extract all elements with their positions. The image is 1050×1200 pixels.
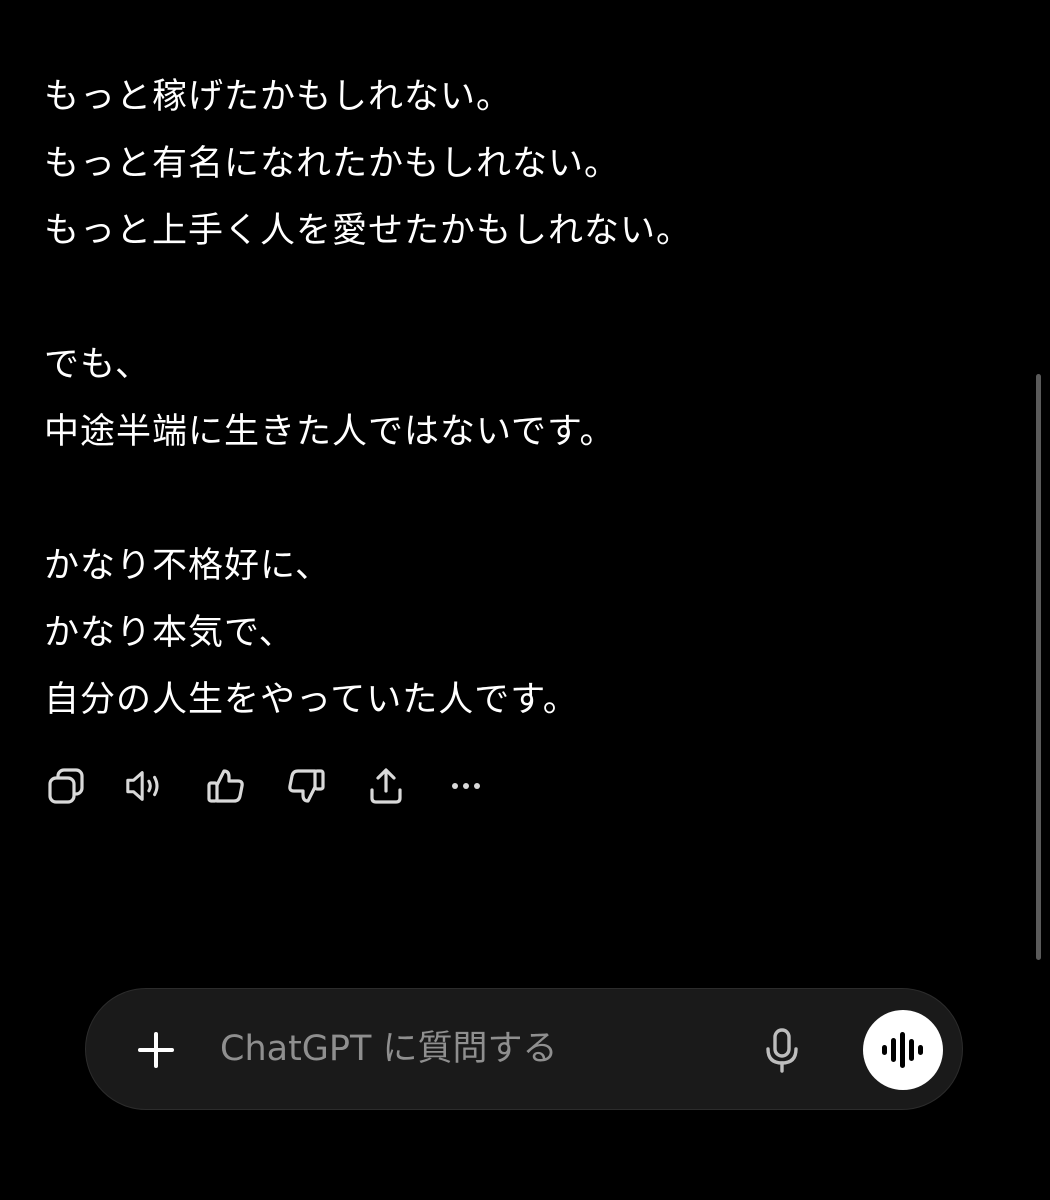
microphone-icon [766,1028,798,1073]
message-line: かなり本気で、 [44,613,295,653]
message-line: 中途半端に生きた人ではないです。 [44,412,616,452]
message-line: かなり不格好に、 [44,546,331,586]
read-aloud-icon [126,771,159,801]
message-line: でも、 [44,345,151,385]
read-aloud-button[interactable] [124,764,168,808]
message-line: もっと上手く人を愛せたかもしれない。 [44,211,693,251]
thumbs-down-icon [288,769,325,803]
chat-screen: もっと稼げたかもしれない。 もっと有名になれたかもしれない。 もっと上手く人を愛… [0,0,1050,1200]
message-line: もっと稼げたかもしれない。 [44,77,513,117]
prompt-input[interactable] [220,1019,740,1079]
share-button[interactable] [364,764,408,808]
assistant-message: もっと稼げたかもしれない。 もっと有名になれたかもしれない。 もっと上手く人を愛… [44,64,984,734]
more-options-button[interactable] [444,764,488,808]
more-icon [452,783,480,789]
message-line: もっと有名になれたかもしれない。 [44,144,621,184]
voice-mode-button[interactable] [863,1010,943,1090]
message-action-bar [44,762,524,810]
attach-button[interactable] [132,1026,180,1074]
plus-icon [138,1032,174,1068]
voice-mode-icon [882,1032,923,1068]
copy-button[interactable] [44,764,88,808]
thumbs-up-icon [207,769,244,803]
dictate-button[interactable] [758,1027,806,1075]
thumbs-down-button[interactable] [284,764,328,808]
scrollbar[interactable] [1036,374,1041,960]
share-icon [370,768,402,804]
message-composer [85,988,963,1110]
message-line: 自分の人生をやっていた人です。 [44,680,579,720]
copy-icon [48,768,84,804]
thumbs-up-button[interactable] [204,764,248,808]
